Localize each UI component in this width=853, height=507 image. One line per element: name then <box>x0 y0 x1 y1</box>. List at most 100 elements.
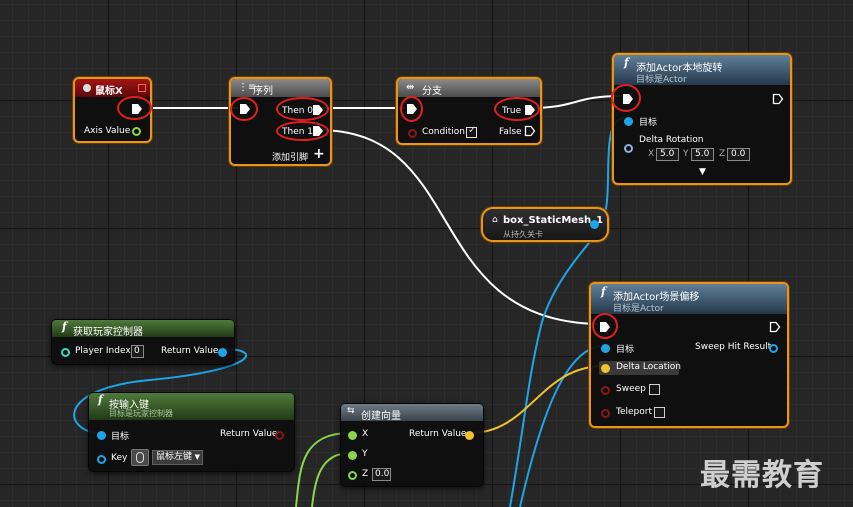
sequence-node[interactable]: ⋮≡ 序列 Then 0 Then 1 添加引脚 + <box>229 77 332 166</box>
rotation-y-label: Y <box>683 149 689 159</box>
make-vector-node[interactable]: ⇆ 创建向量 X Return Value Y Z 0.0 <box>340 403 484 487</box>
condition-label: Condition <box>422 127 465 137</box>
rotation-z-label: Z <box>719 149 726 159</box>
expand-arrow-icon[interactable]: ▼ <box>699 167 706 177</box>
node-header <box>398 79 540 97</box>
sweep-pin[interactable] <box>601 386 610 395</box>
rotation-x-input[interactable]: 5.0 <box>656 148 679 161</box>
node-subtitle: 从持久关卡 <box>503 230 543 239</box>
target-label: 目标 <box>616 345 635 355</box>
target-label: 目标 <box>639 118 658 128</box>
delta-rotation-label: Delta Rotation <box>639 135 704 145</box>
return-value-label: Return Value <box>161 346 219 356</box>
teleport-label: Teleport <box>616 407 652 417</box>
x-label: X <box>362 429 369 439</box>
sweep-hit-result-label: Sweep Hit Result <box>695 342 772 352</box>
y-label: Y <box>362 449 368 459</box>
add-actor-local-rotation-node[interactable]: f 添加Actor本地旋转 目标是Actor 目标 Delta Rotation… <box>611 53 792 185</box>
return-value-label: Return Value <box>409 429 467 439</box>
mouse-icon <box>136 452 144 463</box>
highlight-ring <box>117 96 152 120</box>
x-pin[interactable] <box>348 431 357 440</box>
node-title: 鼠标X <box>95 86 123 97</box>
node-title: box_StaticMesh_1 <box>503 215 604 226</box>
sweep-hit-result-pin[interactable] <box>769 344 778 353</box>
z-input[interactable]: 0.0 <box>372 468 391 481</box>
rotation-z-input[interactable]: 0.0 <box>727 148 750 161</box>
chevron-down-icon: ▼ <box>194 453 200 461</box>
z-label: Z <box>362 469 369 479</box>
branch-icon: ⇹ <box>406 82 415 93</box>
node-title: 序列 <box>253 86 273 97</box>
exec-wire-branch-rotation <box>531 95 621 109</box>
false-pin[interactable] <box>524 125 536 137</box>
vector-wire-make-offset <box>469 365 605 434</box>
player-index-pin[interactable] <box>61 348 70 357</box>
node-subtitle: 目标是玩家控制器 <box>109 409 173 418</box>
node-title: 获取玩家控制器 <box>73 327 143 338</box>
delta-location-pin[interactable] <box>601 364 610 373</box>
node-title: 创建向量 <box>361 411 401 422</box>
return-value-pin[interactable] <box>218 348 227 357</box>
axis-value-label: Axis Value <box>84 126 131 136</box>
delta-location-label: Delta Location <box>616 362 681 372</box>
delta-rotation-pin[interactable] <box>624 144 633 153</box>
highlight-ring <box>400 96 423 122</box>
axis-value-pin[interactable] <box>132 127 141 136</box>
return-value-pin[interactable] <box>275 431 284 440</box>
key-label: Key <box>111 453 128 463</box>
delegate-pin-icon[interactable] <box>138 84 146 92</box>
player-index-label: Player Index <box>75 346 131 356</box>
teleport-checkbox[interactable] <box>654 407 665 418</box>
add-pin-plus-icon[interactable]: + <box>313 146 325 162</box>
function-icon: f <box>62 320 67 333</box>
static-mesh-reference-node[interactable]: ⌂ box_StaticMesh_1 从持久关卡 <box>481 207 609 242</box>
mesh-output-pin[interactable] <box>590 220 599 229</box>
highlight-ring <box>276 97 329 121</box>
vector-icon: ⇆ <box>347 406 355 416</box>
return-value-pin[interactable] <box>465 431 474 440</box>
sweep-label: Sweep <box>616 384 646 394</box>
rotation-x-label: X <box>648 149 655 159</box>
function-icon: f <box>601 285 606 298</box>
key-selector-button[interactable] <box>131 449 149 466</box>
node-title: 分支 <box>422 86 442 97</box>
watermark-text: 最需教育 <box>700 458 824 493</box>
actor-icon: ⌂ <box>492 215 498 225</box>
key-pin[interactable] <box>97 455 106 464</box>
highlight-ring <box>592 313 618 339</box>
highlight-ring <box>230 97 258 121</box>
function-icon: f <box>98 393 103 406</box>
rotation-y-input[interactable]: 5.0 <box>691 148 714 161</box>
get-player-controller-node[interactable]: f 获取玩家控制器 Player Index 0 Return Value <box>51 319 235 365</box>
false-label: False <box>499 127 522 137</box>
condition-checkbox[interactable]: ✓ <box>466 125 477 138</box>
add-pin-button[interactable]: 添加引脚 <box>272 150 308 163</box>
player-index-input[interactable]: 0 <box>131 345 144 358</box>
target-pin[interactable] <box>601 344 610 353</box>
mouse-x-event-node[interactable]: 鼠标X Axis Value <box>73 77 152 143</box>
exec-out-pin[interactable] <box>769 321 781 333</box>
highlight-ring <box>611 84 641 112</box>
z-pin[interactable] <box>348 471 357 480</box>
was-input-key-just-pressed-node[interactable]: f 按输入键 目标是玩家控制器 目标 Return Value Key 鼠标左键… <box>88 392 295 472</box>
highlight-ring <box>276 121 329 141</box>
highlight-ring <box>494 97 540 121</box>
condition-pin[interactable] <box>408 129 417 138</box>
target-label: 目标 <box>111 432 130 442</box>
return-value-label: Return Value <box>220 429 278 439</box>
target-pin[interactable] <box>97 431 106 440</box>
target-pin[interactable] <box>624 117 633 126</box>
add-actor-world-offset-node[interactable]: f 添加Actor场景偏移 目标是Actor 目标 Sweep Hit Resu… <box>589 282 789 428</box>
event-icon <box>83 84 91 92</box>
y-pin[interactable] <box>348 451 357 460</box>
sweep-checkbox[interactable] <box>649 384 660 395</box>
branch-node[interactable]: ⇹ 分支 True Condition ✓ False <box>396 77 542 145</box>
node-subtitle: 目标是Actor <box>613 304 664 314</box>
exec-out-pin[interactable] <box>772 93 784 105</box>
key-dropdown[interactable]: 鼠标左键 ▼ <box>152 450 203 465</box>
node-subtitle: 目标是Actor <box>636 75 687 85</box>
teleport-pin[interactable] <box>601 409 610 418</box>
key-dropdown-value: 鼠标左键 <box>156 452 193 462</box>
function-icon: f <box>624 56 629 69</box>
